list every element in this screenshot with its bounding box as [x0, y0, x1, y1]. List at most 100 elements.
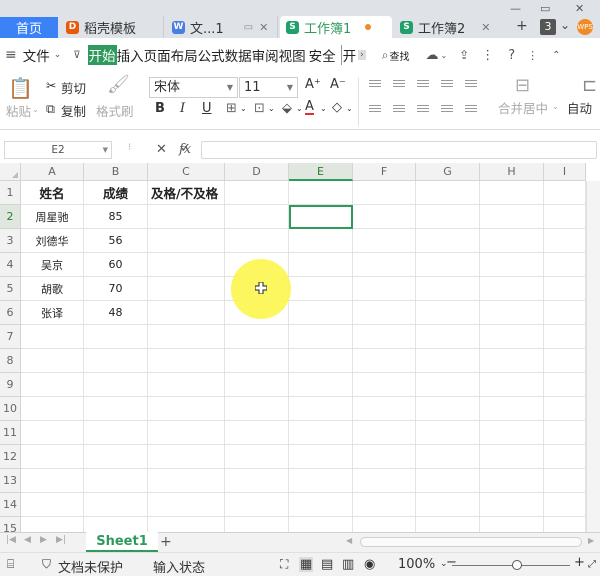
cell-f3[interactable]	[353, 229, 416, 253]
format-painter-button[interactable]: 格式刷	[96, 101, 134, 120]
cell-b2[interactable]: 85	[84, 205, 148, 229]
avatar[interactable]: WPS	[577, 19, 593, 35]
cell-h7[interactable]	[480, 325, 544, 349]
chevron-down-icon[interactable]: ⌄	[346, 104, 353, 113]
cell-a2[interactable]: 周星驰	[21, 205, 84, 229]
row-header-2[interactable]: 2	[0, 205, 21, 229]
cell-f9[interactable]	[353, 373, 416, 397]
cell-f4[interactable]	[353, 253, 416, 277]
cell-e4[interactable]	[289, 253, 353, 277]
cell-f7[interactable]	[353, 325, 416, 349]
cell-c3[interactable]	[148, 229, 225, 253]
column-header-c[interactable]: C	[148, 163, 225, 181]
cell-a5[interactable]: 胡歌	[21, 277, 84, 301]
cell-h6[interactable]	[480, 301, 544, 325]
cell-i1[interactable]	[544, 181, 586, 205]
tab-home[interactable]: 首页	[0, 17, 58, 38]
cell-d7[interactable]	[225, 325, 289, 349]
row-header-3[interactable]: 3	[0, 229, 21, 253]
cell-c2[interactable]	[148, 205, 225, 229]
cell-b10[interactable]	[84, 397, 148, 421]
cell-b6[interactable]: 48	[84, 301, 148, 325]
zoom-slider-track[interactable]	[452, 565, 570, 566]
hamburger-menu-icon[interactable]: ≡	[5, 47, 17, 63]
horizontal-scrollbar[interactable]	[360, 537, 582, 547]
cell-b5[interactable]: 70	[84, 277, 148, 301]
cell-i12[interactable]	[544, 445, 586, 469]
cell-d11[interactable]	[225, 421, 289, 445]
tab-docer-templates[interactable]: D 稻壳模板	[60, 16, 164, 38]
cell-g3[interactable]	[416, 229, 480, 253]
cell-h8[interactable]	[480, 349, 544, 373]
column-header-h[interactable]: H	[480, 163, 544, 181]
cell-f5[interactable]	[353, 277, 416, 301]
fill-color-icon[interactable]: ⬙	[282, 101, 292, 116]
row-header-13[interactable]: 13	[0, 469, 21, 493]
reading-mode-icon[interactable]: ◉	[364, 557, 375, 572]
next-sheet-icon[interactable]: ▶	[40, 535, 47, 545]
cell-i7[interactable]	[544, 325, 586, 349]
cell-a7[interactable]	[21, 325, 84, 349]
distribute-icon[interactable]	[465, 105, 477, 115]
document-protection-status[interactable]: 文档未保护	[58, 557, 123, 576]
cell-i9[interactable]	[544, 373, 586, 397]
chevron-down-icon[interactable]: ⌄	[440, 51, 447, 60]
new-tab-plus-icon[interactable]: +	[516, 18, 528, 34]
prev-sheet-icon[interactable]: ◀	[24, 535, 31, 545]
menu-dev[interactable]: 开	[340, 45, 356, 65]
column-header-i[interactable]: I	[544, 163, 586, 181]
eraser-icon[interactable]: ◇	[332, 100, 342, 115]
row-header-11[interactable]: 11	[0, 421, 21, 445]
column-header-g[interactable]: G	[416, 163, 480, 181]
cell-i2[interactable]	[544, 205, 586, 229]
cell-e2[interactable]	[289, 205, 353, 229]
cell-e1[interactable]	[289, 181, 353, 205]
cell-h9[interactable]	[480, 373, 544, 397]
tab-close-icon[interactable]: ✕	[481, 21, 490, 34]
cell-i10[interactable]	[544, 397, 586, 421]
menu-insert[interactable]: 插入	[117, 45, 144, 65]
menu-view[interactable]: 视图	[279, 45, 306, 65]
close-window-icon[interactable]: ✕	[575, 2, 584, 15]
align-center-icon[interactable]	[393, 105, 405, 115]
font-name-select[interactable]: 宋体 ▼	[149, 77, 238, 98]
cell-d1[interactable]	[225, 181, 289, 205]
menu-review[interactable]: 审阅	[252, 45, 279, 65]
menu-page-layout[interactable]: 页面布局	[144, 45, 198, 65]
cell-b8[interactable]	[84, 349, 148, 373]
page-break-view-icon[interactable]: ▥	[342, 557, 354, 572]
row-header-15[interactable]: 15	[0, 517, 21, 532]
cell-d8[interactable]	[225, 349, 289, 373]
cell-c10[interactable]	[148, 397, 225, 421]
search-label[interactable]: 查找	[389, 48, 409, 63]
cell-a13[interactable]	[21, 469, 84, 493]
cell-d10[interactable]	[225, 397, 289, 421]
chevron-down-icon[interactable]: ⌄	[32, 105, 39, 114]
cell-e7[interactable]	[289, 325, 353, 349]
menu-formulas[interactable]: 公式	[198, 45, 225, 65]
cell-i5[interactable]	[544, 277, 586, 301]
row-header-4[interactable]: 4	[0, 253, 21, 277]
cell-d3[interactable]	[225, 229, 289, 253]
cell-i3[interactable]	[544, 229, 586, 253]
cell-b4[interactable]: 60	[84, 253, 148, 277]
cell-h2[interactable]	[480, 205, 544, 229]
cell-a1[interactable]: 姓名	[21, 181, 84, 205]
cell-a4[interactable]: 吴京	[21, 253, 84, 277]
chevron-down-icon[interactable]: ⌄	[552, 102, 559, 111]
chevron-up-icon[interactable]: ⌃	[552, 50, 560, 61]
cell-b11[interactable]	[84, 421, 148, 445]
cell-a8[interactable]	[21, 349, 84, 373]
row-header-7[interactable]: 7	[0, 325, 21, 349]
cell-g4[interactable]	[416, 253, 480, 277]
cell-i6[interactable]	[544, 301, 586, 325]
cell-g1[interactable]	[416, 181, 480, 205]
quick-access-icon[interactable]: ⊽	[73, 50, 80, 61]
page-layout-view-icon[interactable]: ▤	[321, 557, 333, 572]
cell-a15[interactable]	[21, 517, 84, 532]
chevron-right-icon[interactable]: ›	[358, 50, 366, 60]
cell-c11[interactable]	[148, 421, 225, 445]
zoom-in-icon[interactable]: +	[574, 555, 585, 570]
cell-h4[interactable]	[480, 253, 544, 277]
cell-h11[interactable]	[480, 421, 544, 445]
